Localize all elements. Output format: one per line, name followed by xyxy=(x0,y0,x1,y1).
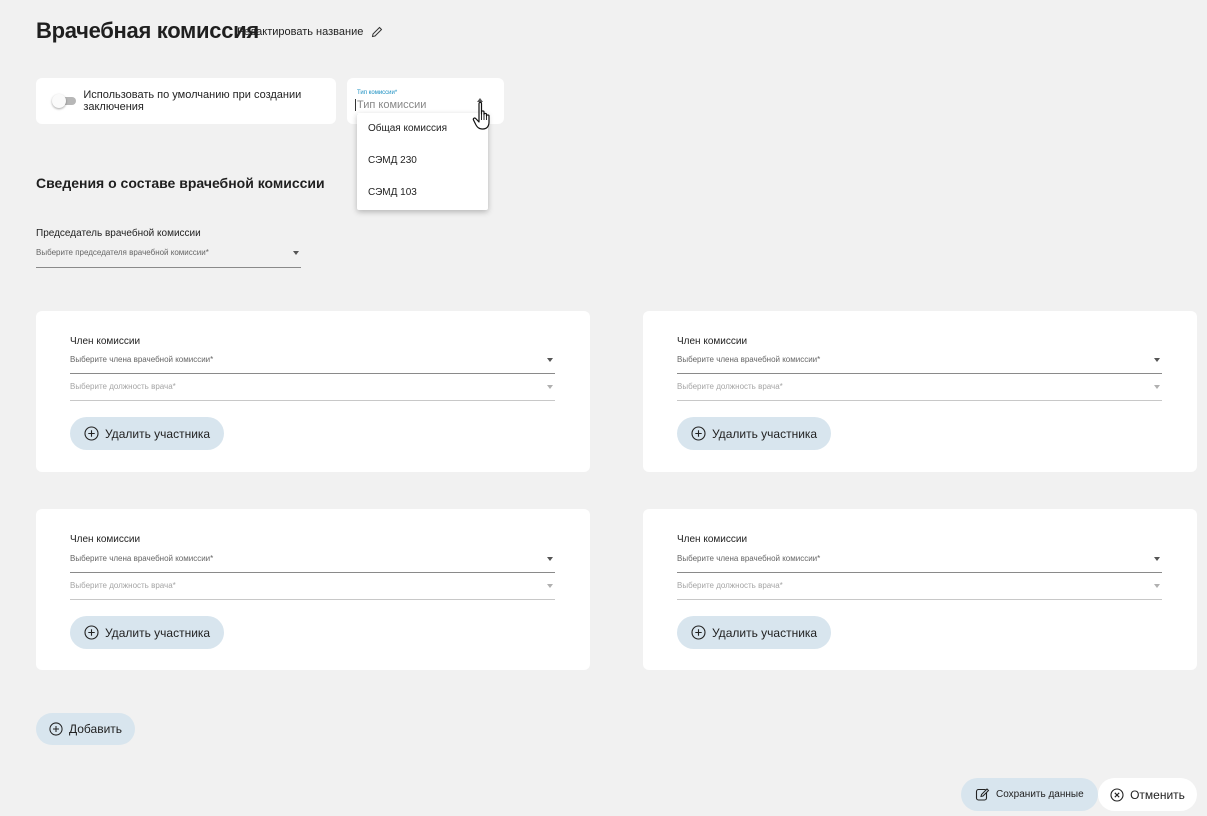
remove-member-label: Удалить участника xyxy=(712,426,818,441)
chair-select[interactable]: Выберите председателя врачебной комиссии… xyxy=(36,248,301,268)
member-placeholder: Выберите члена врачебной комиссии* xyxy=(70,355,214,364)
option-general[interactable]: Общая комиссия xyxy=(357,113,488,145)
close-circle-icon xyxy=(1110,787,1124,802)
member-placeholder: Выберите члена врачебной комиссии* xyxy=(677,554,821,563)
position-placeholder: Выберите должность врача* xyxy=(677,581,783,590)
save-label: Сохранить данные xyxy=(996,789,1084,800)
remove-member-label: Удалить участника xyxy=(105,426,211,441)
position-select[interactable]: Выберите должность врача* xyxy=(70,382,555,401)
position-select[interactable]: Выберите должность врача* xyxy=(677,382,1162,401)
member-card: Член комиссии Выберите члена врачебной к… xyxy=(36,311,590,472)
remove-member-label: Удалить участника xyxy=(712,625,818,640)
member-select[interactable]: Выберите члена врачебной комиссии* xyxy=(677,355,1162,374)
chevron-down-icon xyxy=(547,358,553,362)
remove-member-button[interactable]: Удалить участника xyxy=(70,417,225,450)
chevron-down-icon xyxy=(547,385,553,389)
section-title: Сведения о составе врачебной комиссии xyxy=(36,175,325,191)
chevron-down-icon xyxy=(1154,358,1160,362)
hand-cursor-icon xyxy=(472,101,490,130)
member-label: Член комиссии xyxy=(677,534,748,545)
chevron-down-icon xyxy=(1154,385,1160,389)
plus-circle-icon xyxy=(84,625,99,640)
plus-circle-icon xyxy=(49,722,63,736)
page-title: Врачебная комиссия xyxy=(36,18,259,43)
position-select[interactable]: Выберите должность врача* xyxy=(70,581,555,600)
member-card: Член комиссии Выберите члена врачебной к… xyxy=(643,509,1197,670)
add-member-label: Добавить xyxy=(69,722,123,736)
position-placeholder: Выберите должность врача* xyxy=(70,581,176,590)
member-card: Член комиссии Выберите члена врачебной к… xyxy=(36,509,590,670)
chevron-down-icon xyxy=(293,251,299,255)
edit-note-icon xyxy=(975,788,990,801)
option-semd-230[interactable]: СЭМД 230 xyxy=(357,145,488,177)
commission-type-dropdown: Общая комиссия СЭМД 230 СЭМД 103 xyxy=(357,113,488,210)
save-button[interactable]: Сохранить данные xyxy=(961,778,1098,811)
add-member-button[interactable]: Добавить xyxy=(36,713,136,745)
chevron-down-icon xyxy=(1154,557,1160,561)
edit-title-label: Редактировать название xyxy=(237,26,364,38)
pencil-icon xyxy=(372,26,383,38)
option-semd-103[interactable]: СЭМД 103 xyxy=(357,177,488,209)
member-card: Член комиссии Выберите члена врачебной к… xyxy=(643,311,1197,472)
member-label: Член комиссии xyxy=(70,336,141,347)
chevron-down-icon xyxy=(547,584,553,588)
cancel-button[interactable]: Отменить xyxy=(1098,778,1197,811)
member-placeholder: Выберите члена врачебной комиссии* xyxy=(677,355,821,364)
plus-circle-icon xyxy=(691,625,706,640)
plus-circle-icon xyxy=(691,426,706,441)
member-placeholder: Выберите члена врачебной комиссии* xyxy=(70,554,214,563)
cancel-label: Отменить xyxy=(1130,787,1185,802)
member-select[interactable]: Выберите члена врачебной комиссии* xyxy=(677,554,1162,573)
default-toggle-card: Использовать по умолчанию при создании з… xyxy=(36,78,336,124)
commission-type-placeholder: Тип комиссии xyxy=(357,99,427,111)
chevron-down-icon xyxy=(547,557,553,561)
member-select[interactable]: Выберите члена врачебной комиссии* xyxy=(70,355,555,374)
position-placeholder: Выберите должность врача* xyxy=(70,382,176,391)
toggle-thumb xyxy=(52,94,66,108)
text-caret xyxy=(355,99,356,111)
position-select[interactable]: Выберите должность врача* xyxy=(677,581,1162,600)
default-toggle-switch[interactable] xyxy=(52,94,76,108)
remove-member-button[interactable]: Удалить участника xyxy=(677,417,832,450)
chevron-down-icon xyxy=(1154,584,1160,588)
remove-member-button[interactable]: Удалить участника xyxy=(70,616,225,649)
chair-label: Председатель врачебной комиссии xyxy=(36,228,201,239)
remove-member-label: Удалить участника xyxy=(105,625,211,640)
default-toggle-label: Использовать по умолчанию при создании з… xyxy=(83,89,302,113)
edit-title-link[interactable]: Редактировать название xyxy=(237,26,383,38)
position-placeholder: Выберите должность врача* xyxy=(677,382,783,391)
member-label: Член комиссии xyxy=(677,336,748,347)
member-select[interactable]: Выберите члена врачебной комиссии* xyxy=(70,554,555,573)
plus-circle-icon xyxy=(84,426,99,441)
member-label: Член комиссии xyxy=(70,534,141,545)
remove-member-button[interactable]: Удалить участника xyxy=(677,616,832,649)
commission-type-select[interactable]: Тип комиссии* Тип комиссии xyxy=(355,90,475,115)
commission-type-floating-label: Тип комиссии* xyxy=(357,90,398,96)
chair-placeholder: Выберите председателя врачебной комиссии… xyxy=(36,248,209,257)
